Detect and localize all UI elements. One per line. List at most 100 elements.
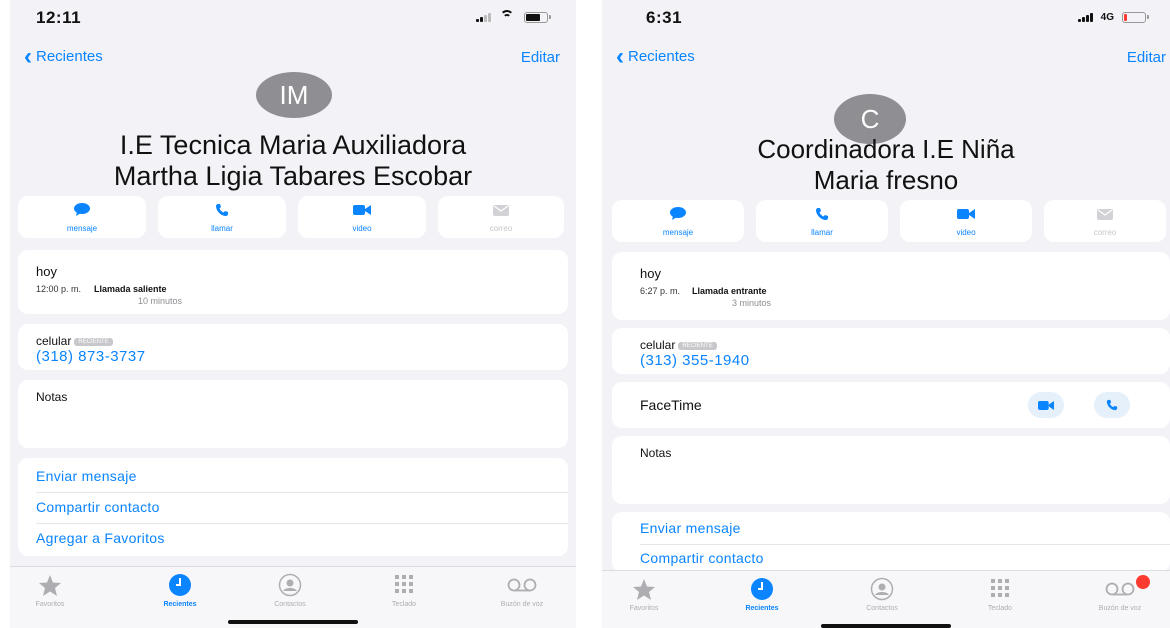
action-buttons: mensaje llamar video correo — [612, 200, 1166, 242]
divider — [36, 492, 568, 493]
home-indicator[interactable] — [821, 624, 951, 628]
mail-label: correo — [489, 224, 513, 233]
phone-number-card[interactable]: celular RECIENTE (318) 873-3737 — [18, 324, 568, 370]
contact-name-line-2: Martha Ligia Tabares Escobar — [113, 161, 473, 191]
tab-teclado[interactable]: Teclado — [960, 577, 1040, 612]
tab-recientes[interactable]: Recientes — [140, 573, 220, 608]
phone-icon — [1106, 399, 1118, 411]
message-bubble-icon — [670, 207, 686, 225]
facetime-card: FaceTime — [612, 382, 1170, 428]
notes-card[interactable]: Notas — [18, 380, 568, 448]
recent-day: hoy — [640, 266, 661, 281]
clock-icon — [722, 577, 802, 601]
chevron-left-icon: ‹ — [24, 42, 32, 70]
tab-label: Buzón de voz — [500, 601, 544, 608]
back-label: Recientes — [36, 48, 103, 65]
voicemail-icon — [482, 573, 562, 597]
tab-bar: Favoritos Recientes Contactos Teclado Bu… — [10, 566, 576, 628]
phone-label: celular RECIENTE — [640, 338, 717, 352]
call-time: 6:27 p. m. — [640, 286, 681, 296]
phone-icon — [215, 203, 229, 222]
avatar: IM — [256, 72, 332, 118]
video-camera-icon — [353, 203, 371, 221]
mail-icon — [1097, 207, 1113, 225]
mail-button[interactable]: correo — [438, 196, 564, 238]
back-button[interactable]: ‹ Recientes — [616, 42, 695, 70]
call-type: Llamada entrante — [692, 286, 767, 296]
call-button[interactable]: llamar — [158, 196, 286, 238]
phone-number-card[interactable]: celular RECIENTE (313) 355-1940 — [612, 328, 1170, 374]
contact-name-line-1: I.E Tecnica Maria Auxiliadora — [119, 130, 467, 160]
star-icon — [10, 573, 90, 597]
star-icon — [604, 577, 684, 601]
share-contact-link[interactable]: Compartir contacto — [36, 499, 160, 515]
video-button[interactable]: video — [298, 196, 426, 238]
send-message-link[interactable]: Enviar mensaje — [36, 468, 137, 484]
message-label: mensaje — [662, 228, 694, 237]
mail-icon — [493, 203, 509, 221]
chevron-left-icon: ‹ — [616, 42, 624, 70]
edit-button[interactable]: Editar — [1127, 49, 1166, 66]
send-message-link[interactable]: Enviar mensaje — [640, 520, 741, 536]
call-time: 12:00 p. m. — [36, 284, 82, 294]
tab-buzon-de-voz[interactable]: Buzón de voz — [1080, 575, 1160, 612]
signal-icon — [1078, 12, 1094, 22]
share-contact-link[interactable]: Compartir contacto — [640, 550, 764, 566]
person-circle-icon — [842, 577, 922, 601]
message-button[interactable]: mensaje — [612, 200, 744, 242]
tab-buzon-de-voz[interactable]: Buzón de voz — [482, 573, 562, 608]
phone-number-link[interactable]: (313) 355-1940 — [640, 352, 750, 369]
tab-favoritos[interactable]: Favoritos — [604, 577, 684, 612]
mail-label: correo — [1093, 228, 1117, 237]
edit-button[interactable]: Editar — [521, 49, 560, 66]
recent-calls-card: hoy 12:00 p. m. Llamada saliente 10 minu… — [18, 250, 568, 314]
right-phone-screen: 6:31 4G ‹ Recientes Editar C Coordinador… — [602, 0, 1170, 628]
tab-label: Teclado — [987, 605, 1013, 612]
home-indicator[interactable] — [228, 620, 358, 624]
tab-label: Contactos — [274, 601, 306, 608]
mail-button[interactable]: correo — [1044, 200, 1166, 242]
add-to-favorites-link[interactable]: Agregar a Favoritos — [36, 530, 165, 546]
video-button[interactable]: video — [900, 200, 1032, 242]
tab-bar: Favoritos Recientes Contactos Teclado Bu… — [602, 570, 1170, 628]
contact-name: I.E Tecnica Maria Auxiliadora Martha Lig… — [10, 130, 576, 192]
call-label: llamar — [811, 228, 833, 237]
call-label: llamar — [211, 224, 233, 233]
message-button[interactable]: mensaje — [18, 196, 146, 238]
tab-label: Favoritos — [35, 601, 65, 608]
phone-label-text: celular — [640, 338, 676, 352]
tab-teclado[interactable]: Teclado — [364, 573, 444, 608]
facetime-video-button[interactable] — [1028, 392, 1064, 418]
status-time: 6:31 — [646, 8, 683, 27]
facetime-audio-button[interactable] — [1094, 392, 1130, 418]
tab-favoritos[interactable]: Favoritos — [10, 573, 90, 608]
tab-label: Buzón de voz — [1098, 605, 1142, 612]
notification-badge — [1136, 575, 1150, 589]
notes-label: Notas — [36, 390, 68, 404]
video-label: video — [956, 228, 976, 237]
recent-badge: RECIENTE — [678, 341, 717, 350]
keypad-icon — [364, 573, 444, 597]
tab-contactos[interactable]: Contactos — [250, 573, 330, 608]
tab-label: Favoritos — [629, 605, 659, 612]
tab-recientes[interactable]: Recientes — [722, 577, 802, 612]
back-button[interactable]: ‹ Recientes — [24, 42, 103, 70]
phone-label: celular RECIENTE — [36, 334, 113, 348]
phone-number-link[interactable]: (318) 873-3737 — [36, 348, 146, 365]
message-label: mensaje — [66, 224, 98, 233]
keypad-icon — [960, 577, 1040, 601]
wifi-icon — [500, 10, 514, 22]
notes-card[interactable]: Notas — [612, 436, 1170, 504]
notes-label: Notas — [640, 446, 672, 460]
call-duration: 10 minutos — [138, 296, 183, 306]
tab-label: Teclado — [391, 601, 417, 608]
call-button[interactable]: llamar — [756, 200, 888, 242]
status-bar: 6:31 4G — [602, 0, 1170, 36]
network-type: 4G — [1100, 12, 1114, 23]
contact-name: Coordinadora I.E Niña Maria fresno — [602, 134, 1170, 196]
video-camera-icon — [957, 207, 975, 225]
signal-icon — [476, 12, 492, 22]
call-duration: 3 minutos — [732, 298, 772, 308]
tab-contactos[interactable]: Contactos — [842, 577, 922, 612]
voicemail-icon — [1080, 575, 1160, 601]
